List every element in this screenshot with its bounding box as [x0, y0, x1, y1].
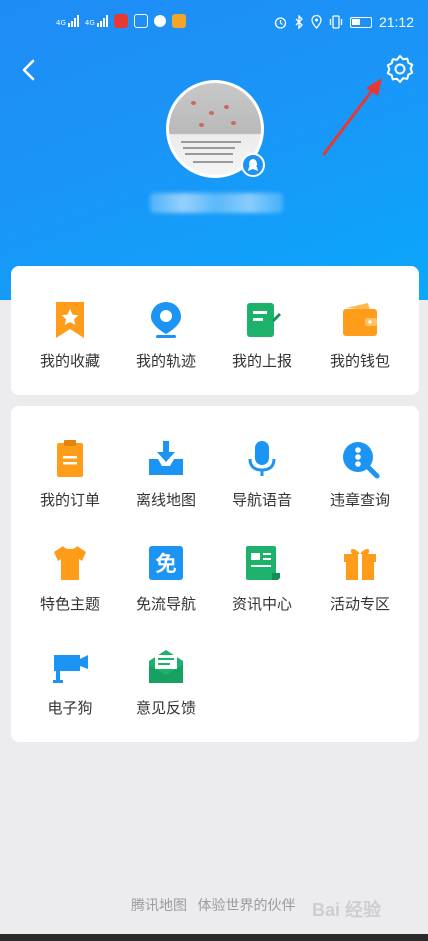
battery-icon: [349, 16, 372, 28]
map-app-icon: [171, 14, 186, 28]
my-orders-label: 我的订单: [39, 491, 100, 509]
navigation-voice-item[interactable]: 导航语音: [211, 439, 313, 510]
footer-brand: 腾讯地图: [131, 898, 187, 914]
my-tracks-item[interactable]: 我的轨迹: [115, 300, 217, 371]
services-card: 我的订单 离线地图 导航语音 违章查询 特色主题 免 免流导航 资讯中心 活动专…: [11, 406, 419, 742]
activities-label: 活动专区: [329, 595, 390, 613]
baidu-watermark: Bai 经验: [312, 900, 382, 920]
speed-camera-label: 电子狗: [47, 699, 93, 717]
qq-penguin-icon: [241, 153, 265, 177]
tshirt-icon: [54, 546, 86, 580]
free-data-glyph: 免: [156, 552, 177, 576]
feedback-item[interactable]: 意见反馈: [115, 647, 217, 718]
network-type-label: 4G: [56, 19, 66, 27]
bookmark-star-icon: [56, 302, 84, 338]
my-tracks-label: 我的轨迹: [135, 352, 196, 370]
clock-time: 21:12: [378, 14, 414, 30]
bluetooth-icon: [295, 15, 303, 29]
free-data-icon: 免: [149, 546, 183, 580]
signal-icon-2: 4G: [85, 15, 108, 27]
settings-button[interactable]: [384, 53, 416, 85]
gift-icon: [344, 549, 376, 580]
my-reports-label: 我的上报: [231, 352, 292, 370]
my-orders-item[interactable]: 我的订单: [19, 439, 121, 510]
free-data-nav-label: 免流导航: [135, 595, 196, 613]
avatar[interactable]: [166, 80, 265, 178]
report-doc-icon: [247, 303, 281, 337]
microphone-icon: [248, 441, 276, 476]
quick-menu-card: 我的收藏 我的轨迹 我的上报 我的钱包: [11, 266, 419, 395]
download-tray-icon: [149, 441, 183, 475]
free-data-nav-item[interactable]: 免 免流导航: [115, 543, 217, 614]
gear-icon: [386, 55, 414, 83]
status-bar: 4G 4G 21:12: [0, 0, 428, 52]
offline-map-label: 离线地图: [135, 491, 196, 509]
speed-camera-item[interactable]: 电子狗: [19, 647, 121, 718]
order-clipboard-icon: [57, 440, 83, 477]
activities-item[interactable]: 活动专区: [309, 543, 411, 614]
shield-app-icon: [153, 15, 166, 27]
news-scroll-icon: [246, 546, 280, 580]
my-favorites-item[interactable]: 我的收藏: [19, 300, 121, 371]
my-reports-item[interactable]: 我的上报: [211, 300, 313, 371]
feedback-envelope-icon: [149, 650, 183, 683]
location-pin-icon: [151, 302, 181, 338]
feedback-label: 意见反馈: [135, 699, 196, 717]
navigation-voice-label: 导航语音: [231, 491, 292, 509]
location-status-icon: [311, 15, 322, 29]
chevron-left-icon: [22, 59, 35, 81]
search-dots-icon: [343, 442, 380, 479]
app-notification-icon: [133, 14, 148, 28]
footer-tagline: 体验世界的伙伴: [197, 898, 296, 914]
wallet-icon: [343, 303, 377, 336]
signal-icon: 4G: [56, 15, 79, 27]
mic-app-icon: [113, 14, 128, 28]
themes-item[interactable]: 特色主题: [19, 543, 121, 614]
camera-dog-icon: [53, 655, 88, 683]
news-center-label: 资讯中心: [231, 595, 292, 613]
vibrate-icon: [329, 15, 343, 29]
violation-query-item[interactable]: 违章查询: [309, 439, 411, 510]
back-button[interactable]: [14, 55, 44, 85]
offline-map-item[interactable]: 离线地图: [115, 439, 217, 510]
my-wallet-item[interactable]: 我的钱包: [309, 300, 411, 371]
my-wallet-label: 我的钱包: [329, 352, 390, 370]
nickname-blurred: [150, 193, 283, 213]
alarm-icon: [274, 16, 287, 29]
bottom-bar: [0, 934, 428, 941]
violation-query-label: 违章查询: [329, 491, 390, 509]
status-left: 4G 4G: [56, 14, 186, 28]
themes-label: 特色主题: [39, 595, 100, 613]
news-center-item[interactable]: 资讯中心: [211, 543, 313, 614]
network-type-label-2: 4G: [84, 19, 95, 27]
my-favorites-label: 我的收藏: [39, 352, 100, 370]
status-right: 21:12: [274, 14, 414, 30]
